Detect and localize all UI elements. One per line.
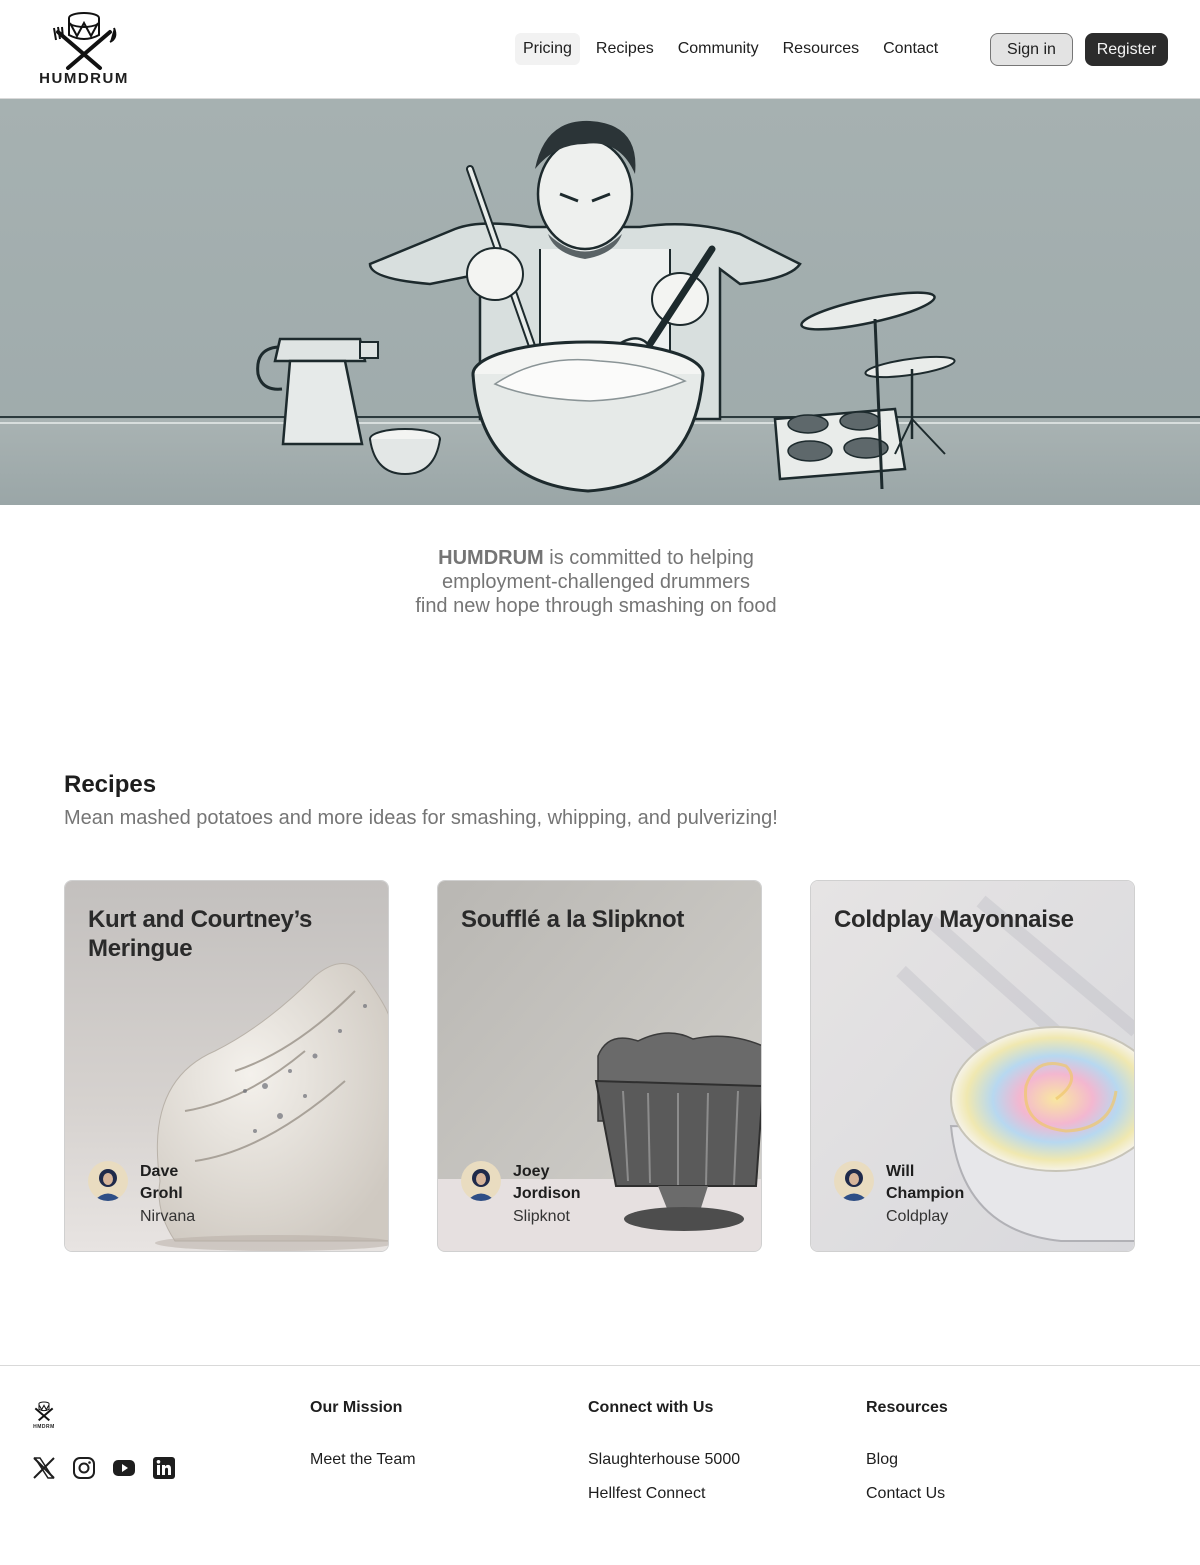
footer-heading: Our Mission [310, 1399, 403, 1416]
brand-logo[interactable]: HUMDRUM [32, 10, 136, 90]
main-nav: Pricing Recipes Community Resources Cont… [515, 33, 946, 65]
site-header: HUMDRUM Pricing Recipes Community Resour… [0, 0, 1200, 99]
mission-statement: HUMDRUM is committed to helping employme… [300, 546, 892, 618]
footer-link-hellfest[interactable]: Hellfest Connect [588, 1485, 740, 1519]
footer-heading: Connect with Us [588, 1399, 714, 1416]
recipe-card-mayonnaise[interactable]: Coldplay Mayonnaise Will Champion Coldpla… [810, 880, 1135, 1252]
nav-item-community[interactable]: Community [670, 33, 767, 65]
drummer-baking-illustration-icon [0, 120, 1200, 505]
footer-col-connect: Connect with Us Slaughterhouse 5000 Hell… [588, 1399, 740, 1519]
avatar [461, 1161, 501, 1201]
recipe-card-title: Kurt and Courtney’s Meringue [88, 906, 313, 962]
recipe-author: Dave Grohl Nirvana [88, 1161, 288, 1231]
recipe-author: Will Champion Coldplay [834, 1161, 1034, 1231]
author-first-name: Dave [140, 1163, 179, 1180]
site-footer: HMDRM Our Mission Meet the Team Connect … [0, 1365, 1200, 1565]
author-last-name: Champion [886, 1185, 965, 1202]
mission-line-1: is committed to helping [543, 547, 754, 569]
footer-link-meet-team[interactable]: Meet the Team [310, 1451, 416, 1485]
sign-in-button[interactable]: Sign in [990, 33, 1073, 66]
footer-link-blog[interactable]: Blog [866, 1451, 948, 1485]
footer-heading: Resources [866, 1399, 948, 1416]
brand-name: HUMDRUM [39, 70, 129, 87]
mission-brand: HUMDRUM [438, 547, 544, 569]
avatar-portrait-icon [834, 1161, 874, 1201]
recipe-card-title: Coldplay Mayonnaise [834, 906, 1074, 933]
avatar-portrait-icon [88, 1161, 128, 1201]
avatar [834, 1161, 874, 1201]
mission-line-2: employment-challenged drummers [442, 571, 750, 593]
hero-illustration [0, 99, 1200, 505]
instagram-icon[interactable] [72, 1456, 96, 1480]
recipe-card-meringue[interactable]: Kurt and Courtney’s Meringue Dave Grohl N… [64, 880, 389, 1252]
recipe-card-title: Soufflé a la Slipknot [461, 906, 685, 933]
footer-logo-icon[interactable] [32, 1398, 56, 1424]
mission-line-3: find new hope through smashing on food [415, 595, 777, 617]
author-band: Coldplay [886, 1208, 949, 1225]
footer-link-slaughterhouse[interactable]: Slaughterhouse 5000 [588, 1451, 740, 1485]
drum-logo-icon [53, 12, 117, 70]
avatar-portrait-icon [461, 1161, 501, 1201]
recipe-card-souffle[interactable]: Soufflé a la Slipknot Joey Jordison Slipk… [437, 880, 762, 1252]
author-last-name: Jordison [513, 1185, 581, 1202]
recipes-subtitle: Mean mashed potatoes and more ideas for … [64, 807, 778, 829]
recipe-author: Joey Jordison Slipknot [461, 1161, 661, 1231]
register-button[interactable]: Register [1085, 33, 1168, 66]
author-last-name: Grohl [140, 1185, 183, 1202]
author-first-name: Will [886, 1163, 915, 1180]
nav-item-contact[interactable]: Contact [875, 33, 946, 65]
footer-brand: HMDRM [33, 1424, 55, 1430]
linkedin-icon[interactable] [152, 1456, 176, 1480]
recipes-heading: Recipes [64, 771, 157, 798]
author-first-name: Joey [513, 1163, 550, 1180]
nav-item-resources[interactable]: Resources [775, 33, 867, 65]
social-links [32, 1456, 176, 1480]
youtube-icon[interactable] [112, 1456, 136, 1480]
author-band: Nirvana [140, 1208, 196, 1225]
footer-link-contact-us[interactable]: Contact Us [866, 1485, 948, 1519]
nav-item-pricing[interactable]: Pricing [515, 33, 580, 65]
author-band: Slipknot [513, 1208, 570, 1225]
footer-col-mission: Our Mission Meet the Team [310, 1399, 416, 1485]
footer-col-resources: Resources Blog Contact Us [866, 1399, 948, 1519]
nav-item-recipes[interactable]: Recipes [588, 33, 662, 65]
avatar [88, 1161, 128, 1201]
x-icon[interactable] [32, 1456, 56, 1480]
